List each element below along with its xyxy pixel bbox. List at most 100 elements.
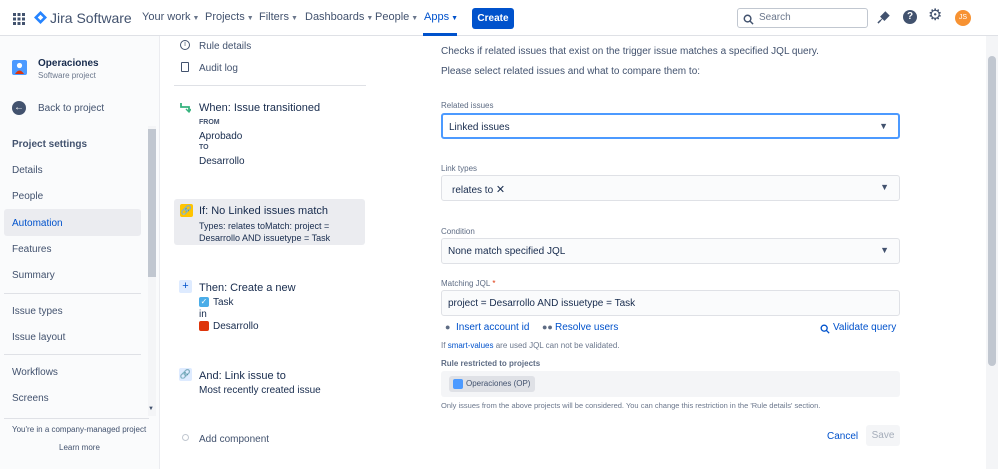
intro-line-1: Checks if related issues that exist on t… (441, 46, 819, 57)
nav-filters[interactable]: Filters ▼ (259, 11, 298, 23)
chevron-down-icon: ▼ (880, 245, 889, 255)
steps-divider (174, 85, 366, 86)
project-name[interactable]: Operaciones (38, 58, 99, 69)
sidebar-item-issue-types[interactable]: Issue types (12, 306, 63, 317)
remove-tag-icon[interactable]: ✕ (496, 184, 505, 196)
notifications-icon[interactable] (877, 11, 890, 29)
sidebar-item-screens[interactable]: Screens (12, 393, 49, 404)
rule-details-link[interactable]: Rule details (199, 41, 251, 52)
scroll-down-arrow-icon[interactable]: ▼ (148, 406, 154, 412)
rule-steps-panel: i Rule details Audit log When: Issue tra… (160, 36, 380, 469)
condition-config-panel: Checks if related issues that exist on t… (380, 36, 998, 469)
nav-dashboards[interactable]: Dashboards ▼ (305, 11, 373, 23)
chevron-down-icon: ▼ (366, 15, 374, 22)
validate-query-link[interactable]: Validate query (833, 322, 896, 333)
trigger-transition-icon (179, 100, 192, 118)
chevron-down-icon: ▼ (880, 182, 889, 192)
nav-projects[interactable]: Projects ▼ (205, 11, 254, 23)
link-types-label: Link types (441, 164, 478, 173)
chevron-down-icon: ▼ (290, 15, 298, 22)
link-icon: 🔗 (179, 368, 192, 381)
sidebar-section-heading: Project settings (12, 139, 88, 150)
action1-issue-type: Task (213, 297, 234, 308)
project-chip-avatar-icon (453, 378, 463, 389)
page-scroll-thumb[interactable] (988, 56, 996, 366)
create-button[interactable]: Create (472, 8, 514, 29)
restricted-projects-label: Rule restricted to projects (441, 359, 541, 368)
add-component-link[interactable]: Add component (199, 434, 269, 445)
plus-icon: + (179, 280, 192, 293)
jira-logo-icon[interactable] (34, 11, 47, 29)
chevron-down-icon: ▼ (451, 15, 459, 22)
smart-values-link[interactable]: smart-values (448, 341, 494, 350)
action1-title[interactable]: Then: Create a new (199, 282, 296, 294)
link-icon: 🔗 (180, 204, 193, 217)
save-button[interactable]: Save (866, 425, 900, 446)
trigger-from-value: Aprobado (199, 131, 243, 142)
help-icon[interactable]: ? (903, 10, 917, 24)
trigger-from-label: FROM (199, 119, 220, 126)
validate-search-icon (820, 321, 830, 339)
chevron-down-icon: ▼ (192, 15, 200, 22)
person-icon: ● (445, 322, 451, 332)
sidebar-item-details[interactable]: Details (12, 165, 43, 176)
trigger-to-value: Desarrollo (199, 156, 245, 167)
sidebar-divider (4, 354, 141, 355)
matching-jql-input[interactable]: project = Desarrollo AND issuetype = Tas… (441, 290, 900, 316)
chevron-down-icon: ▼ (246, 15, 254, 22)
insert-account-id-link[interactable]: Insert account id (456, 322, 529, 333)
add-component-dot-icon (182, 434, 189, 441)
related-issues-select[interactable]: Linked issues ▼ (441, 113, 900, 139)
sidebar-divider (4, 293, 141, 294)
action1-in: in (199, 309, 207, 320)
back-to-project-link[interactable]: Back to project (38, 103, 104, 114)
restricted-projects-box: Operaciones (OP) (441, 371, 900, 397)
related-issues-label: Related issues (441, 101, 494, 110)
cancel-button[interactable]: Cancel (827, 431, 858, 442)
trigger-title[interactable]: When: Issue transitioned (199, 102, 320, 114)
search-box[interactable]: Search (737, 8, 868, 28)
settings-gear-icon[interactable]: ⚙ (928, 8, 942, 24)
nav-people[interactable]: People ▼ (375, 11, 418, 23)
project-avatar-icon (199, 321, 209, 331)
learn-more-link[interactable]: Learn more (59, 443, 100, 452)
condition-line-2: Desarrollo AND issuetype = Task (199, 233, 331, 243)
sidebar-item-workflows[interactable]: Workflows (12, 367, 58, 378)
sidebar-item-automation[interactable]: Automation (12, 218, 63, 229)
app-name[interactable]: Jira Software (50, 10, 132, 26)
app-switcher-icon[interactable] (13, 12, 25, 25)
page-scrollbar[interactable] (986, 36, 998, 469)
search-icon (743, 12, 754, 30)
nav-your-work[interactable]: Your work ▼ (142, 11, 199, 23)
sidebar-item-people[interactable]: People (12, 191, 43, 202)
sidebar-scroll-thumb[interactable] (148, 129, 156, 277)
sidebar-item-issue-layout[interactable]: Issue layout (12, 332, 65, 343)
chevron-down-icon: ▼ (879, 121, 888, 131)
condition-title[interactable]: If: No Linked issues match (199, 205, 328, 217)
resolve-users-link[interactable]: Resolve users (555, 322, 618, 333)
avatar[interactable]: JS (955, 10, 971, 26)
back-arrow-icon[interactable]: ← (12, 101, 26, 115)
condition-value: None match specified JQL (448, 246, 566, 257)
audit-log-link[interactable]: Audit log (199, 63, 238, 74)
project-avatar[interactable] (12, 60, 27, 75)
intro-line-2: Please select related issues and what to… (441, 66, 701, 77)
search-placeholder: Search (759, 12, 791, 23)
nav-apps[interactable]: Apps ▼ (424, 11, 458, 23)
task-checkbox-icon: ✓ (199, 297, 209, 307)
sidebar-scrollbar[interactable]: ▼ (148, 126, 156, 416)
project-type: Software project (38, 71, 96, 80)
sidebar-item-summary[interactable]: Summary (12, 270, 55, 281)
action2-subtitle: Most recently created issue (199, 385, 321, 396)
action2-title[interactable]: And: Link issue to (199, 370, 286, 382)
matching-jql-label: Matching JQL * (441, 279, 496, 288)
sidebar-item-features[interactable]: Features (12, 244, 51, 255)
smart-values-note: If smart-values are used JQL can not be … (441, 341, 620, 350)
link-types-select[interactable]: relates to ✕ ▼ (441, 175, 900, 201)
condition-label: Condition (441, 227, 475, 236)
info-icon: i (180, 40, 190, 50)
chevron-down-icon: ▼ (411, 15, 419, 22)
top-navigation: Jira Software Your work ▼ Projects ▼ Filte… (0, 0, 998, 36)
condition-select[interactable]: None match specified JQL ▼ (441, 238, 900, 264)
link-type-tag: relates to ✕ (452, 184, 506, 196)
